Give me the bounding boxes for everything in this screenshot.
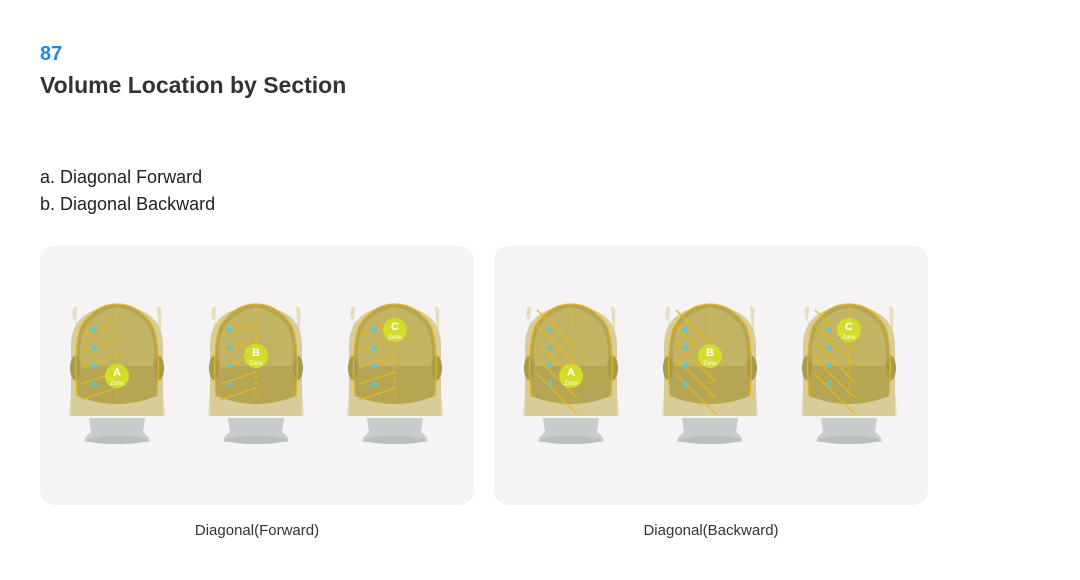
panel-diagonal-forward: A Zone B Zone C Zone — [40, 246, 474, 505]
stand-base — [819, 436, 879, 444]
right-ear — [154, 356, 164, 380]
zone-letter: C — [845, 321, 853, 333]
head-illustration-a: A Zone — [523, 303, 619, 444]
head-illustrations-backward: A Zone B Zone C Zone — [523, 303, 897, 444]
zone-letter: A — [113, 367, 121, 379]
head-illustrations-forward: A Zone B Zone C Zone — [69, 303, 443, 444]
zone-word: Zone — [388, 335, 402, 341]
caption-diagonal-forward: Diagonal(Forward) — [194, 522, 320, 539]
right-ear — [886, 356, 896, 380]
head-illustration-c: C Zone — [801, 303, 897, 444]
right-ear — [747, 356, 757, 380]
page-number: 87 — [40, 43, 63, 65]
head-illustration-b: B Zone — [662, 303, 758, 444]
zone-word: Zone — [703, 361, 717, 367]
right-ear — [293, 356, 303, 380]
zone-word: Zone — [842, 335, 856, 341]
stand-base — [365, 436, 425, 444]
right-ear — [432, 356, 442, 380]
stand-base — [226, 436, 286, 444]
zone-word: Zone — [564, 381, 578, 387]
zone-letter: B — [252, 347, 260, 359]
zone-letter: B — [706, 347, 714, 359]
stand-base — [680, 436, 740, 444]
zone-word: Zone — [249, 361, 263, 367]
right-ear — [608, 356, 618, 380]
zone-letter: C — [391, 321, 399, 333]
panel-diagonal-backward: A Zone B Zone C Zone — [494, 246, 928, 505]
caption-diagonal-backward: Diagonal(Backward) — [643, 522, 779, 539]
list-item-diagonal-backward: b. Diagonal Backward — [40, 194, 216, 214]
section-list: a. Diagonal Forward b. Diagonal Backward — [40, 164, 215, 218]
left-ear — [70, 356, 80, 380]
list-item-diagonal-forward: a. Diagonal Forward — [40, 167, 203, 187]
left-ear — [663, 356, 673, 380]
left-ear — [348, 356, 358, 380]
left-ear — [524, 356, 534, 380]
zone-word: Zone — [110, 381, 124, 387]
page-title: Volume Location by Section — [40, 72, 347, 98]
left-ear — [802, 356, 812, 380]
head-illustration-b: B Zone — [208, 303, 304, 444]
stand-base — [541, 436, 601, 444]
head-illustration-c: C Zone — [347, 303, 443, 444]
head-illustration-a: A Zone — [69, 303, 165, 444]
stand-base — [87, 436, 147, 444]
zone-letter: A — [567, 367, 575, 379]
left-ear — [209, 356, 219, 380]
